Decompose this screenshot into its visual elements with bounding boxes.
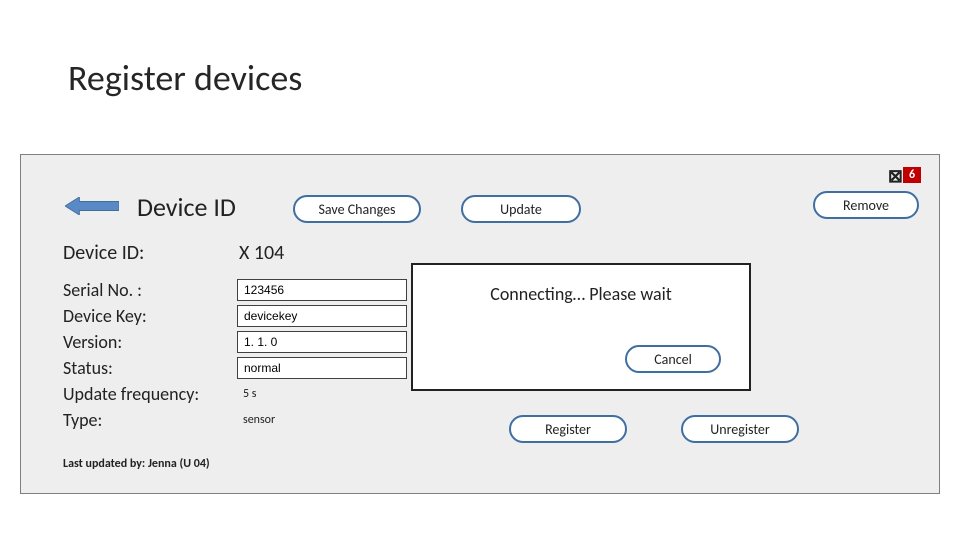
modal-message: Connecting… Please wait [413,283,749,305]
version-input[interactable] [237,331,407,353]
device-id-value: X 104 [239,241,284,265]
update-frequency-value: 5 s [237,387,257,401]
sigma-icon: ⊠ [888,165,903,187]
device-panel: Device ID ⊠ 6 Save Changes Update Remove… [20,154,940,494]
update-frequency-label: Update frequency: [63,383,237,405]
unregister-button[interactable]: Unregister [681,415,799,443]
update-button[interactable]: Update [461,195,581,223]
serial-input[interactable] [237,279,407,301]
back-arrow-icon[interactable] [65,197,119,215]
connecting-modal: Connecting… Please wait Cancel [411,263,751,391]
device-key-row: Device Key: [63,303,407,329]
last-updated-text: Last updated by: Jenna (U 04) [63,457,210,471]
lower-button-row: Register Unregister [509,415,799,443]
version-label: Version: [63,331,237,353]
cancel-button[interactable]: Cancel [625,345,721,373]
device-detail-rows: Serial No. : Device Key: Version: Status… [63,277,407,433]
device-key-label: Device Key: [63,305,237,327]
device-key-input[interactable] [237,305,407,327]
page-title: Register devices [68,56,302,100]
type-row: Type: sensor [63,407,407,433]
section-title: Device ID [137,191,236,223]
type-label: Type: [63,409,237,431]
remove-button[interactable]: Remove [813,191,919,219]
status-input[interactable] [237,357,407,379]
register-button[interactable]: Register [509,415,627,443]
version-row: Version: [63,329,407,355]
status-label: Status: [63,357,237,379]
device-id-label: Device ID: [63,241,231,265]
status-row: Status: [63,355,407,381]
save-changes-button[interactable]: Save Changes [293,195,421,223]
type-value: sensor [237,413,275,427]
device-id-row: Device ID: X 104 [63,241,284,265]
notification-badge[interactable]: 6 [903,167,921,183]
serial-label: Serial No. : [63,279,237,301]
update-frequency-row: Update frequency: 5 s [63,381,407,407]
serial-row: Serial No. : [63,277,407,303]
